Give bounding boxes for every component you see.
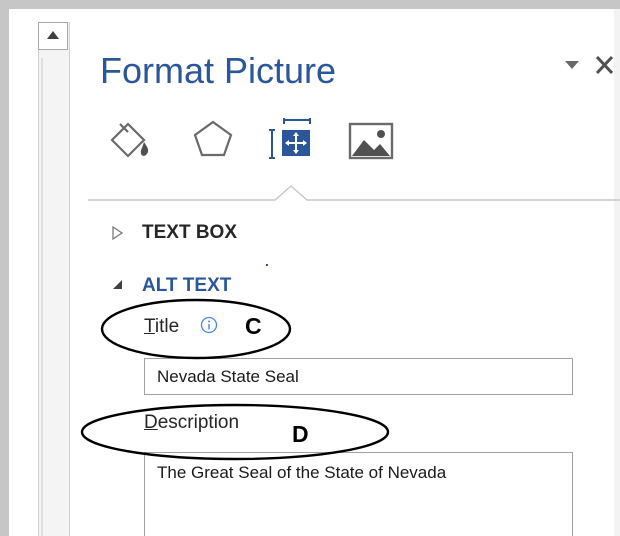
tab-effects[interactable]	[191, 118, 235, 162]
description-textarea[interactable]: The Great Seal of the State of Nevada	[144, 452, 573, 536]
expanded-arrow-icon	[113, 280, 122, 289]
title-callout-ellipse	[100, 298, 292, 360]
section-text-box[interactable]: TEXT BOX	[112, 222, 292, 244]
section-alt-text[interactable]: ALT TEXT	[112, 275, 292, 297]
section-text-box-label: TEXT BOX	[142, 222, 238, 243]
callout-label-c: C	[245, 313, 262, 339]
pane-options-button[interactable]	[564, 58, 580, 70]
close-x-icon	[595, 55, 614, 75]
tab-fill-line[interactable]	[106, 118, 150, 162]
title-input[interactable]	[144, 358, 573, 395]
picture-icon	[348, 122, 394, 160]
dot-marker	[266, 264, 268, 266]
description-callout-ellipse	[80, 403, 390, 461]
paint-bucket-icon	[110, 122, 149, 158]
window-left-border	[0, 0, 9, 536]
window-right-edge	[614, 9, 620, 536]
collapsed-arrow-icon	[112, 226, 124, 240]
scroll-up-button[interactable]	[38, 22, 68, 50]
pane-title: Format Picture	[100, 50, 337, 91]
pentagon-icon	[193, 120, 233, 157]
size-properties-icon	[269, 118, 311, 159]
window-top-border	[0, 0, 620, 9]
pane-close-button[interactable]	[593, 52, 617, 78]
tabs-divider	[88, 185, 620, 201]
scroll-up-arrow-icon	[47, 31, 59, 39]
tab-picture[interactable]	[348, 118, 394, 162]
section-alt-text-label: ALT TEXT	[142, 275, 232, 296]
callout-label-d: D	[292, 421, 309, 447]
scrollbar-track	[41, 58, 43, 536]
tab-size-properties[interactable]	[266, 118, 311, 162]
dropdown-triangle-icon	[565, 61, 579, 69]
